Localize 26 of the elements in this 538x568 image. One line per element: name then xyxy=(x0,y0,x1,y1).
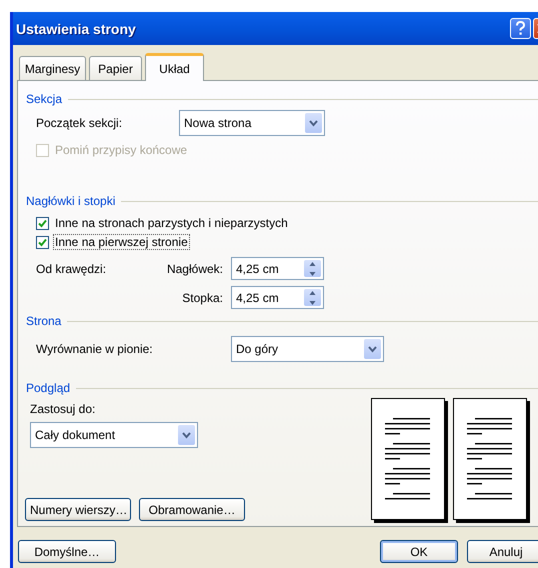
checkbox-label[interactable]: Inne na pierwszej stronie xyxy=(53,234,190,250)
dropdown[interactable]: Do góry xyxy=(231,336,384,362)
field-label: Zastosuj do: xyxy=(29,402,96,418)
field-label: Nagłówek: xyxy=(166,262,223,276)
dropdown[interactable]: Cały dokument xyxy=(30,422,198,448)
field-label: Od krawędzi: xyxy=(36,262,106,276)
group-heading: Nagłówki i stopki xyxy=(26,194,116,208)
field-label: Stopka: xyxy=(181,290,223,304)
button[interactable]: Obramowanie… xyxy=(139,498,245,521)
button[interactable]: Domyślne… xyxy=(18,540,116,563)
button[interactable]: Anuluj xyxy=(467,540,538,563)
tab[interactable]: Papier xyxy=(89,56,142,80)
tab[interactable]: Marginesy xyxy=(19,56,86,80)
checkbox-label[interactable]: Inne na stronach parzystych i nieparzystych xyxy=(53,215,290,231)
spin-field[interactable]: 4,25 cm xyxy=(231,286,324,309)
button[interactable]: OK xyxy=(380,540,458,563)
group-heading: Strona xyxy=(26,314,62,328)
window-title: Ustawienia strony xyxy=(16,20,137,36)
field-label: Początek sekcji: xyxy=(36,116,124,130)
group-heading: Podgląd xyxy=(26,381,70,395)
tab[interactable]: Układ xyxy=(145,53,204,81)
button[interactable]: Numery wierszy… xyxy=(25,498,131,521)
spin-field[interactable]: 4,25 cm xyxy=(231,257,324,280)
field-label: Wyrównanie w pionie: xyxy=(36,342,154,356)
dropdown[interactable]: Nowa strona xyxy=(179,110,325,136)
group-heading: Sekcja xyxy=(26,92,62,106)
